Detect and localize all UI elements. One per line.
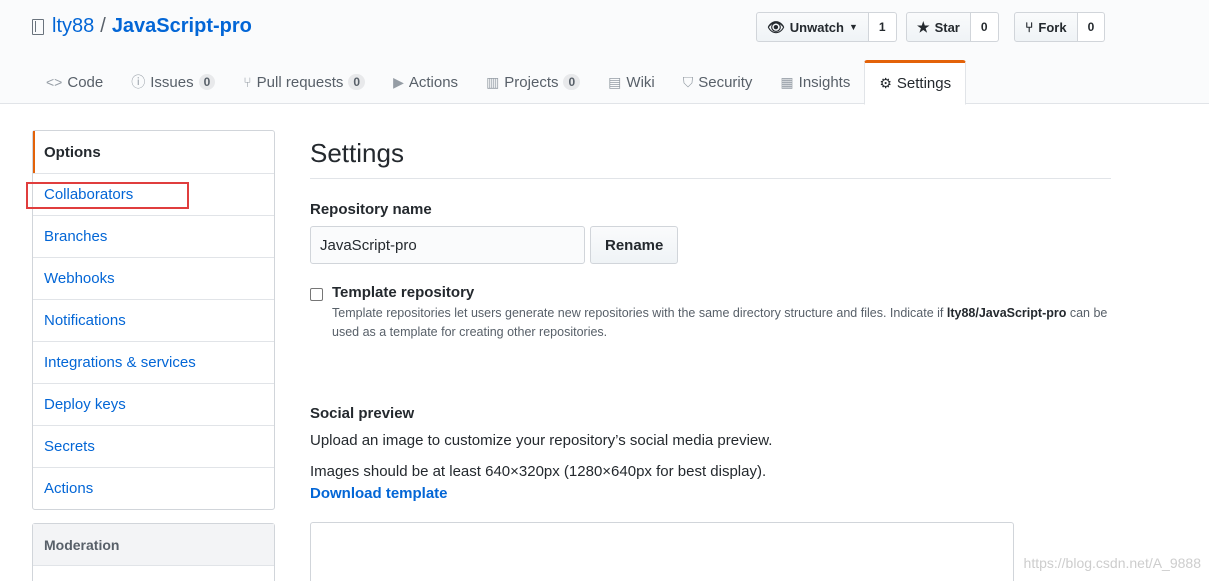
eye-icon: 👁 [767,18,785,35]
menu-item-integrations[interactable]: Integrations & services [33,341,274,383]
menu-item-branches[interactable]: Branches [33,215,274,257]
tab-insights[interactable]: ▦ Insights [766,60,864,104]
caret-down-icon: ▼ [848,22,858,32]
fork-label: Fork [1038,19,1067,35]
watch-count[interactable]: 1 [868,12,897,42]
menu-item-options[interactable]: Options [33,131,274,173]
tab-label: Wiki [626,73,655,91]
project-icon: ▥ [486,73,500,90]
star-group: ★ Star 0 [906,12,999,42]
social-preview-box[interactable] [310,522,1014,581]
tab-label: Code [67,73,104,91]
repo-name-link[interactable]: JavaScript-pro [112,15,252,38]
menu-item-notifications[interactable]: Notifications [33,299,274,341]
moderation-menu: Moderation [32,523,275,581]
unwatch-button[interactable]: 👁 Unwatch ▼ [756,12,869,42]
settings-main: Settings Repository name Rename Template… [310,130,1111,342]
tab-projects[interactable]: ▥ Projects 0 [472,60,594,104]
social-preview-section: Social preview Upload an image to custom… [310,405,1111,502]
tab-wiki[interactable]: ▤ Wiki [594,60,669,104]
social-preview-title: Social preview [310,405,415,422]
tab-label: Issues [150,73,194,91]
play-icon: ▶ [393,73,404,90]
rename-button[interactable]: Rename [590,226,679,264]
tab-issues[interactable]: ⓘ Issues 0 [117,60,229,104]
pull-requests-count: 0 [348,74,366,90]
graph-icon: ▦ [780,73,794,90]
moderation-heading: Moderation [33,524,274,566]
repo-separator: / [100,15,106,37]
tab-actions[interactable]: ▶ Actions [379,60,472,104]
issue-icon: ⓘ [131,74,146,90]
shield-icon: ⛉ [682,73,694,90]
menu-item-secrets[interactable]: Secrets [33,425,274,467]
code-icon: <> [46,74,63,90]
annotation-highlight-box [26,182,189,209]
star-icon: ★ [917,18,930,35]
repo-icon [32,18,44,35]
tab-code[interactable]: <> Code [32,60,117,104]
fork-icon: ⑂ [1025,19,1034,35]
book-icon: ▤ [608,73,622,90]
social-preview-description: Upload an image to customize your reposi… [310,432,773,449]
menu-item-webhooks[interactable]: Webhooks [33,257,274,299]
template-note-text: Template repositories let users generate… [332,306,947,320]
menu-item-actions[interactable]: Actions [33,467,274,509]
template-note-repo: lty88/JavaScript-pro [946,306,1067,320]
tab-label: Insights [798,73,851,91]
issues-count: 0 [198,74,216,90]
page-title: Settings [310,130,1111,179]
template-checkbox[interactable] [310,288,323,301]
tab-label: Settings [896,75,952,92]
star-label: Star [934,19,960,35]
tab-label: Actions [408,73,459,91]
watch-group: 👁 Unwatch ▼ 1 [756,12,897,42]
repo-name-label: Repository name [310,201,432,218]
social-preview-size-hint: Images should be at least 640×320px (128… [310,463,767,480]
tab-pull-requests[interactable]: ⑂ Pull requests 0 [229,60,379,104]
repo-owner-link[interactable]: lty88 [52,15,94,38]
watermark: https://blog.csdn.net/A_9888 [1023,555,1201,571]
star-button[interactable]: ★ Star [906,12,971,42]
tab-label: Projects [504,73,559,91]
unwatch-label: Unwatch [789,19,844,35]
gear-icon: ⚙ [879,75,892,91]
tab-settings[interactable]: ⚙ Settings [864,60,967,105]
repo-name-input[interactable] [310,226,585,264]
star-count[interactable]: 0 [970,12,999,42]
fork-count[interactable]: 0 [1077,12,1106,42]
projects-count: 0 [563,74,581,90]
template-note: Template repositories let users generate… [332,304,1112,342]
repo-header: lty88 / JavaScript-pro 👁 Unwatch ▼ 1 ★ S… [0,0,1209,105]
fork-group: ⑂ Fork 0 [1014,12,1106,42]
tab-label: Pull requests [256,73,344,91]
repo-tabs: <> Code ⓘ Issues 0 ⑂ Pull requests 0 ▶ Actions… [32,60,967,105]
fork-button[interactable]: ⑂ Fork [1014,12,1078,42]
template-title: Template repository [332,284,475,301]
repo-title: lty88 / JavaScript-pro [32,15,252,38]
pull-request-icon: ⑂ [243,74,252,90]
menu-item-deploy-keys[interactable]: Deploy keys [33,383,274,425]
tab-security[interactable]: ⛉ Security [669,60,767,104]
tab-label: Security [698,73,753,91]
download-template-link[interactable]: Download template [310,485,1111,502]
